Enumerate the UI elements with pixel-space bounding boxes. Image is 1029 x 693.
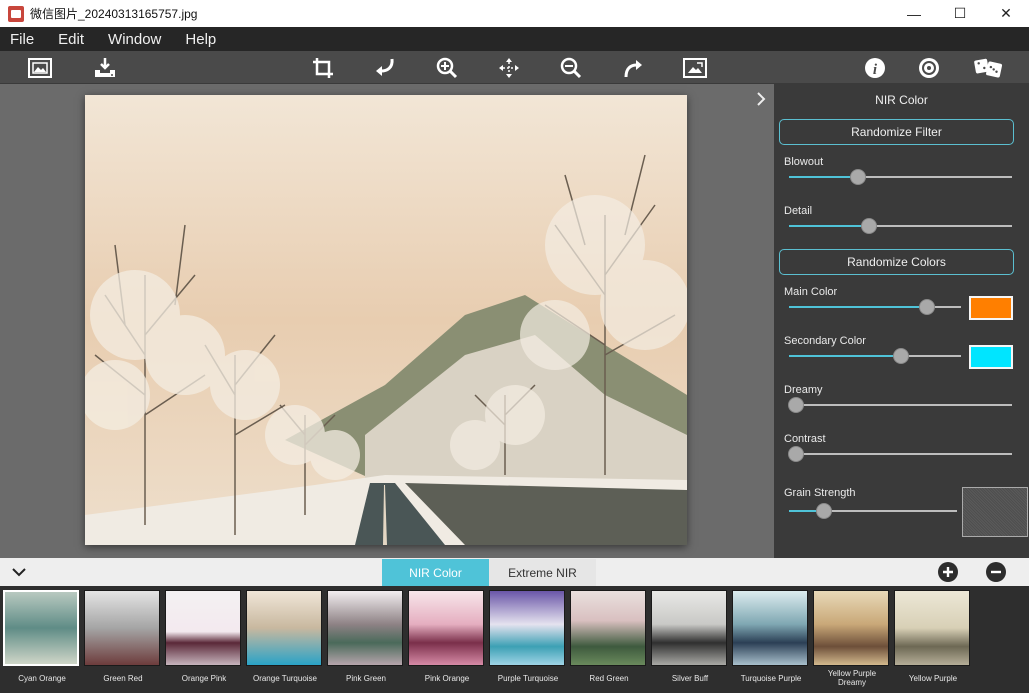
- preset-thumbnail: [894, 590, 970, 666]
- main-color-slider-knob[interactable]: [919, 299, 935, 315]
- preset-tab-bar: NIR Color Extreme NIR: [0, 558, 1029, 586]
- preset-thumbnail: [327, 590, 403, 666]
- preset-strip: Cyan Orange Green Red Orange Pink Orange…: [0, 586, 1029, 693]
- grain-strength-slider[interactable]: [789, 503, 957, 519]
- info-icon[interactable]: i: [862, 55, 888, 81]
- preset-thumbnail: [489, 590, 565, 666]
- preset-label: Purple Turquoise: [497, 674, 559, 683]
- main-color-swatch[interactable]: [969, 296, 1013, 320]
- detail-slider-knob[interactable]: [861, 218, 877, 234]
- open-image-icon[interactable]: [27, 55, 53, 81]
- contrast-label: Contrast: [784, 433, 826, 445]
- preset-orange-turquoise[interactable]: Orange Turquoise: [246, 590, 324, 683]
- randomize-filter-button[interactable]: Randomize Filter: [779, 119, 1014, 145]
- preset-orange-pink[interactable]: Orange Pink: [165, 590, 243, 683]
- crop-icon[interactable]: [310, 55, 336, 81]
- detail-slider[interactable]: [789, 218, 1012, 234]
- grain-strength-label: Grain Strength: [784, 487, 856, 499]
- preset-thumbnail: [732, 590, 808, 666]
- preset-thumbnail: [165, 590, 241, 666]
- menu-edit[interactable]: Edit: [58, 31, 84, 48]
- zoom-in-icon[interactable]: [434, 55, 460, 81]
- grain-preview: [962, 487, 1028, 537]
- preset-label: Green Red: [103, 674, 143, 683]
- redo-icon[interactable]: [620, 55, 646, 81]
- preset-label: Yellow Purple Dreamy: [827, 669, 877, 687]
- blowout-label: Blowout: [784, 156, 824, 168]
- minimize-button[interactable]: —: [891, 0, 937, 27]
- app-icon: [8, 5, 24, 22]
- undo-icon[interactable]: [372, 55, 398, 81]
- preset-label: Silver Buff: [671, 674, 709, 683]
- preset-label: Pink Orange: [424, 674, 470, 683]
- detail-label: Detail: [784, 205, 813, 217]
- preset-label: Red Green: [589, 674, 629, 683]
- secondary-color-label: Secondary Color: [784, 335, 866, 347]
- add-preset-icon[interactable]: [938, 562, 958, 582]
- filter-panel: NIR Color Randomize Filter Blowout Detai…: [774, 84, 1029, 558]
- preset-thumbnail: [408, 590, 484, 666]
- maximize-button[interactable]: ☐: [937, 0, 983, 27]
- preset-label: Orange Pink: [181, 674, 227, 683]
- tab-nir-color[interactable]: NIR Color: [382, 559, 489, 586]
- main-color-label: Main Color: [784, 286, 838, 298]
- preset-thumbnail: [651, 590, 727, 666]
- close-button[interactable]: ✕: [983, 0, 1029, 27]
- contrast-slider[interactable]: [788, 446, 1012, 462]
- preset-label: Turquoise Purple: [740, 674, 802, 683]
- preset-yellow-purple[interactable]: Yellow Purple: [894, 590, 972, 683]
- blowout-slider-knob[interactable]: [850, 169, 866, 185]
- preset-label: Orange Turquoise: [252, 674, 318, 683]
- main-color-slider[interactable]: [789, 299, 961, 315]
- preset-turquoise-purple[interactable]: Turquoise Purple: [732, 590, 810, 683]
- panel-title: NIR Color: [875, 93, 928, 107]
- preset-label: Pink Green: [345, 674, 387, 683]
- grain-strength-slider-knob[interactable]: [816, 503, 832, 519]
- preset-thumbnail: [3, 590, 79, 666]
- dreamy-label: Dreamy: [784, 384, 823, 396]
- preset-thumbnail: [84, 590, 160, 666]
- settings-icon[interactable]: [916, 55, 942, 81]
- blowout-slider[interactable]: [789, 169, 1012, 185]
- preset-thumbnail: [246, 590, 322, 666]
- preset-purple-turquoise[interactable]: Purple Turquoise: [489, 590, 567, 683]
- preset-cyan-orange[interactable]: Cyan Orange: [3, 590, 81, 683]
- contrast-slider-knob[interactable]: [788, 446, 804, 462]
- menu-help[interactable]: Help: [185, 31, 216, 48]
- toolbar: i: [0, 51, 1029, 84]
- dreamy-slider-knob[interactable]: [788, 397, 804, 413]
- preset-pink-green[interactable]: Pink Green: [327, 590, 405, 683]
- menu-window[interactable]: Window: [108, 31, 161, 48]
- title-bar: 微信图片_20240313165757.jpg — ☐ ✕: [0, 0, 1029, 27]
- randomize-dice-icon[interactable]: [973, 55, 1005, 81]
- preset-yellow-purple-dreamy[interactable]: Yellow Purple Dreamy: [813, 590, 891, 687]
- menu-file[interactable]: File: [10, 31, 34, 48]
- preset-label: Cyan Orange: [18, 674, 66, 683]
- tab-extreme-nir[interactable]: Extreme NIR: [489, 559, 596, 586]
- preset-red-green[interactable]: Red Green: [570, 590, 648, 683]
- preset-green-red[interactable]: Green Red: [84, 590, 162, 683]
- zoom-out-icon[interactable]: [558, 55, 584, 81]
- chevron-down-icon[interactable]: [10, 563, 28, 581]
- window-title: 微信图片_20240313165757.jpg: [30, 7, 198, 21]
- preset-thumbnail: [570, 590, 646, 666]
- secondary-color-slider[interactable]: [789, 348, 961, 364]
- menu-bar: File Edit Window Help: [0, 27, 1029, 51]
- preset-label: Yellow Purple: [908, 674, 958, 683]
- preset-thumbnail: [813, 590, 889, 666]
- secondary-color-slider-knob[interactable]: [893, 348, 909, 364]
- pan-move-icon[interactable]: [496, 55, 522, 81]
- chevron-right-icon[interactable]: [752, 90, 770, 108]
- canvas-area[interactable]: [0, 84, 774, 558]
- fit-image-icon[interactable]: [682, 55, 708, 81]
- preset-silver-buff[interactable]: Silver Buff: [651, 590, 729, 683]
- secondary-color-swatch[interactable]: [969, 345, 1013, 369]
- save-download-icon[interactable]: [92, 55, 118, 81]
- preset-pink-orange[interactable]: Pink Orange: [408, 590, 486, 683]
- remove-preset-icon[interactable]: [986, 562, 1006, 582]
- dreamy-slider[interactable]: [788, 397, 1012, 413]
- edited-photo[interactable]: [85, 95, 687, 545]
- randomize-colors-button[interactable]: Randomize Colors: [779, 249, 1014, 275]
